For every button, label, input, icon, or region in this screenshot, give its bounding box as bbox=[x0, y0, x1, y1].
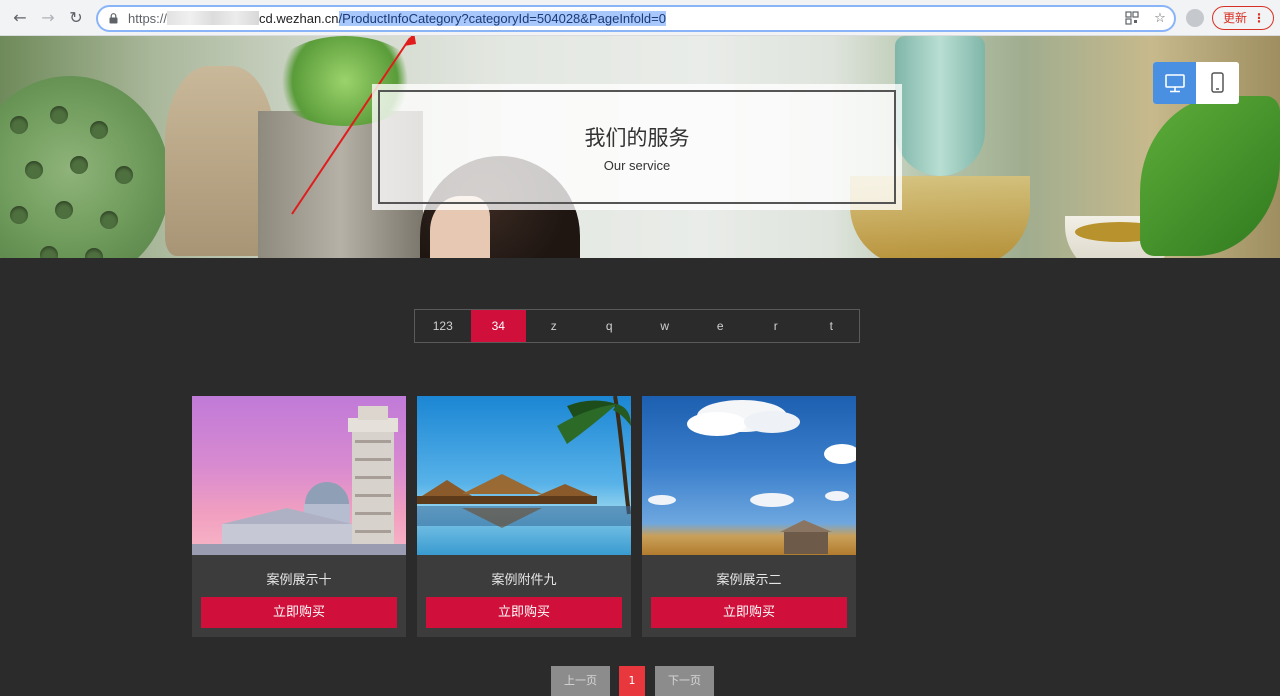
beach-huts-picture bbox=[417, 396, 631, 528]
profile-avatar-icon[interactable] bbox=[1186, 9, 1204, 27]
bookmark-star-icon[interactable]: ☆ bbox=[1152, 11, 1168, 27]
category-tabs: 123 34 z q w e r t bbox=[414, 309, 860, 343]
next-page-button[interactable]: 下一页 bbox=[655, 666, 714, 696]
prev-page-button[interactable]: 上一页 bbox=[551, 666, 610, 696]
buy-now-button[interactable]: 立即购买 bbox=[651, 597, 847, 628]
product-name[interactable]: 案例展示二 bbox=[642, 569, 856, 588]
qr-code-icon[interactable] bbox=[1124, 11, 1140, 27]
banner-title: 我们的服务 bbox=[584, 126, 690, 150]
url-host: cd.wezhan.cn bbox=[259, 11, 339, 26]
browser-toolbar: ← → ↻ https:// cd.wezhan.cn/ProductInfoCa… bbox=[0, 0, 1280, 36]
tab-123[interactable]: 123 bbox=[415, 310, 471, 342]
address-bar[interactable]: https:// cd.wezhan.cn/ProductInfoCategory… bbox=[96, 5, 1176, 32]
buy-now-button[interactable]: 立即购买 bbox=[426, 597, 622, 628]
tab-34[interactable]: 34 bbox=[470, 310, 526, 342]
pisa-tower-picture bbox=[192, 406, 406, 555]
current-page-button[interactable]: 1 bbox=[619, 666, 645, 696]
device-preview-toggle bbox=[1153, 62, 1239, 104]
tab-e[interactable]: e bbox=[693, 310, 749, 342]
tab-t[interactable]: t bbox=[804, 310, 860, 342]
buy-now-button[interactable]: 立即购买 bbox=[201, 597, 397, 628]
url-redacted bbox=[167, 11, 260, 25]
tab-w[interactable]: w bbox=[637, 310, 693, 342]
update-button[interactable]: 更新 ⋮ bbox=[1212, 6, 1274, 30]
product-card: 案例展示二 立即购买 bbox=[642, 396, 856, 637]
url-path-selected: /ProductInfoCategory?categoryId=504028&P… bbox=[338, 11, 666, 26]
product-name[interactable]: 案例附件九 bbox=[417, 569, 631, 588]
back-arrow-icon[interactable]: ← bbox=[10, 8, 30, 28]
desktop-icon bbox=[1165, 74, 1185, 93]
tab-q[interactable]: q bbox=[582, 310, 638, 342]
product-image-field[interactable] bbox=[642, 396, 856, 555]
farm-field-picture bbox=[648, 400, 856, 554]
lock-icon bbox=[109, 13, 118, 24]
forward-arrow-icon[interactable]: → bbox=[38, 8, 58, 28]
url-scheme: https:// bbox=[128, 11, 168, 26]
mobile-icon bbox=[1211, 72, 1224, 93]
hero-banner: 我们的服务 Our service bbox=[0, 36, 1280, 258]
product-name[interactable]: 案例展示十 bbox=[192, 569, 406, 588]
mobile-view-button[interactable] bbox=[1196, 62, 1239, 104]
product-image-pisa[interactable] bbox=[192, 396, 406, 555]
banner-subtitle: Our service bbox=[603, 158, 671, 173]
banner-title-box: 我们的服务 Our service bbox=[372, 84, 902, 210]
desktop-view-button[interactable] bbox=[1153, 62, 1196, 104]
url-text[interactable]: https:// cd.wezhan.cn/ProductInfoCategory… bbox=[128, 11, 666, 26]
update-label: 更新 bbox=[1223, 11, 1248, 25]
tab-r[interactable]: r bbox=[748, 310, 804, 342]
product-card: 案例附件九 立即购买 bbox=[417, 396, 631, 637]
more-menu-icon[interactable]: ⋮ bbox=[1253, 7, 1265, 29]
reload-icon[interactable]: ↻ bbox=[66, 8, 86, 28]
product-image-beach[interactable] bbox=[417, 396, 631, 555]
tab-z[interactable]: z bbox=[526, 310, 582, 342]
product-card: 案例展示十 立即购买 bbox=[192, 396, 406, 637]
